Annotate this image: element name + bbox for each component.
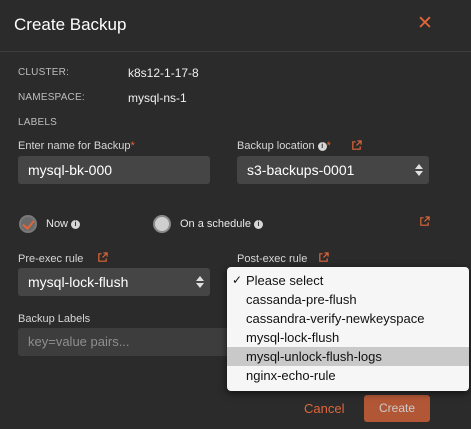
create-button[interactable]: Create <box>364 395 430 422</box>
namespace-label: NAMESPACE: <box>18 92 85 103</box>
info-icon: i <box>71 220 81 229</box>
select-arrows-icon <box>196 275 204 289</box>
external-link-icon[interactable] <box>97 252 108 263</box>
required-mark: * <box>326 140 331 152</box>
now-label-text: Now <box>46 218 69 230</box>
post-exec-dropdown[interactable]: Please select cassanda-pre-flush cassand… <box>227 267 469 391</box>
pre-exec-value: mysql-lock-flush <box>28 274 129 290</box>
schedule-radio-label: On a schedule i <box>180 218 263 230</box>
backup-name-label: Enter name for Backup* <box>18 140 135 152</box>
backup-location-select[interactable]: s3-backups-0001 <box>237 156 429 184</box>
select-arrows-icon <box>415 163 423 177</box>
cancel-button[interactable]: Cancel <box>304 401 344 416</box>
dropdown-option[interactable]: mysql-lock-flush <box>227 328 469 347</box>
cluster-value: k8s12-1-17-8 <box>128 66 199 80</box>
external-link-icon[interactable] <box>318 252 329 263</box>
now-radio-label: Now i <box>46 218 81 230</box>
backup-labels-input[interactable]: key=value pairs... <box>18 328 236 356</box>
backup-location-label: Backup location i * <box>237 140 331 152</box>
namespace-value: mysql-ns-1 <box>128 91 187 105</box>
cluster-label: CLUSTER: <box>18 67 70 78</box>
backup-labels-label: Backup Labels <box>18 313 91 325</box>
external-link-icon[interactable] <box>419 216 430 227</box>
create-backup-dialog: Create Backup ✕ CLUSTER: k8s12-1-17-8 NA… <box>0 0 471 429</box>
dropdown-option[interactable]: Please select <box>227 271 469 290</box>
post-exec-label: Post-exec rule <box>237 253 308 265</box>
info-icon: i <box>317 142 327 151</box>
schedule-radio[interactable] <box>153 215 171 233</box>
backup-location-value: s3-backups-0001 <box>247 162 355 178</box>
dropdown-option[interactable]: mysql-unlock-flush-logs <box>227 347 469 366</box>
schedule-label-text: On a schedule <box>180 218 251 230</box>
backup-name-input[interactable]: mysql-bk-000 <box>18 156 210 184</box>
header-divider <box>0 51 471 52</box>
dropdown-option[interactable]: cassandra-verify-newkeyspace <box>227 309 469 328</box>
dropdown-option[interactable]: cassanda-pre-flush <box>227 290 469 309</box>
info-icon: i <box>253 220 263 229</box>
required-mark: * <box>130 140 135 152</box>
external-link-icon[interactable] <box>351 140 362 151</box>
close-icon[interactable]: ✕ <box>417 14 433 33</box>
backup-location-label-text: Backup location <box>237 140 315 152</box>
pre-exec-select[interactable]: mysql-lock-flush <box>18 268 210 296</box>
backup-name-label-text: Enter name for Backup <box>18 140 131 152</box>
pre-exec-label: Pre-exec rule <box>18 253 84 265</box>
labels-label: LABELS <box>18 117 58 128</box>
now-radio[interactable] <box>19 215 37 233</box>
dropdown-option[interactable]: nginx-echo-rule <box>227 366 469 385</box>
dialog-title: Create Backup <box>14 15 127 34</box>
